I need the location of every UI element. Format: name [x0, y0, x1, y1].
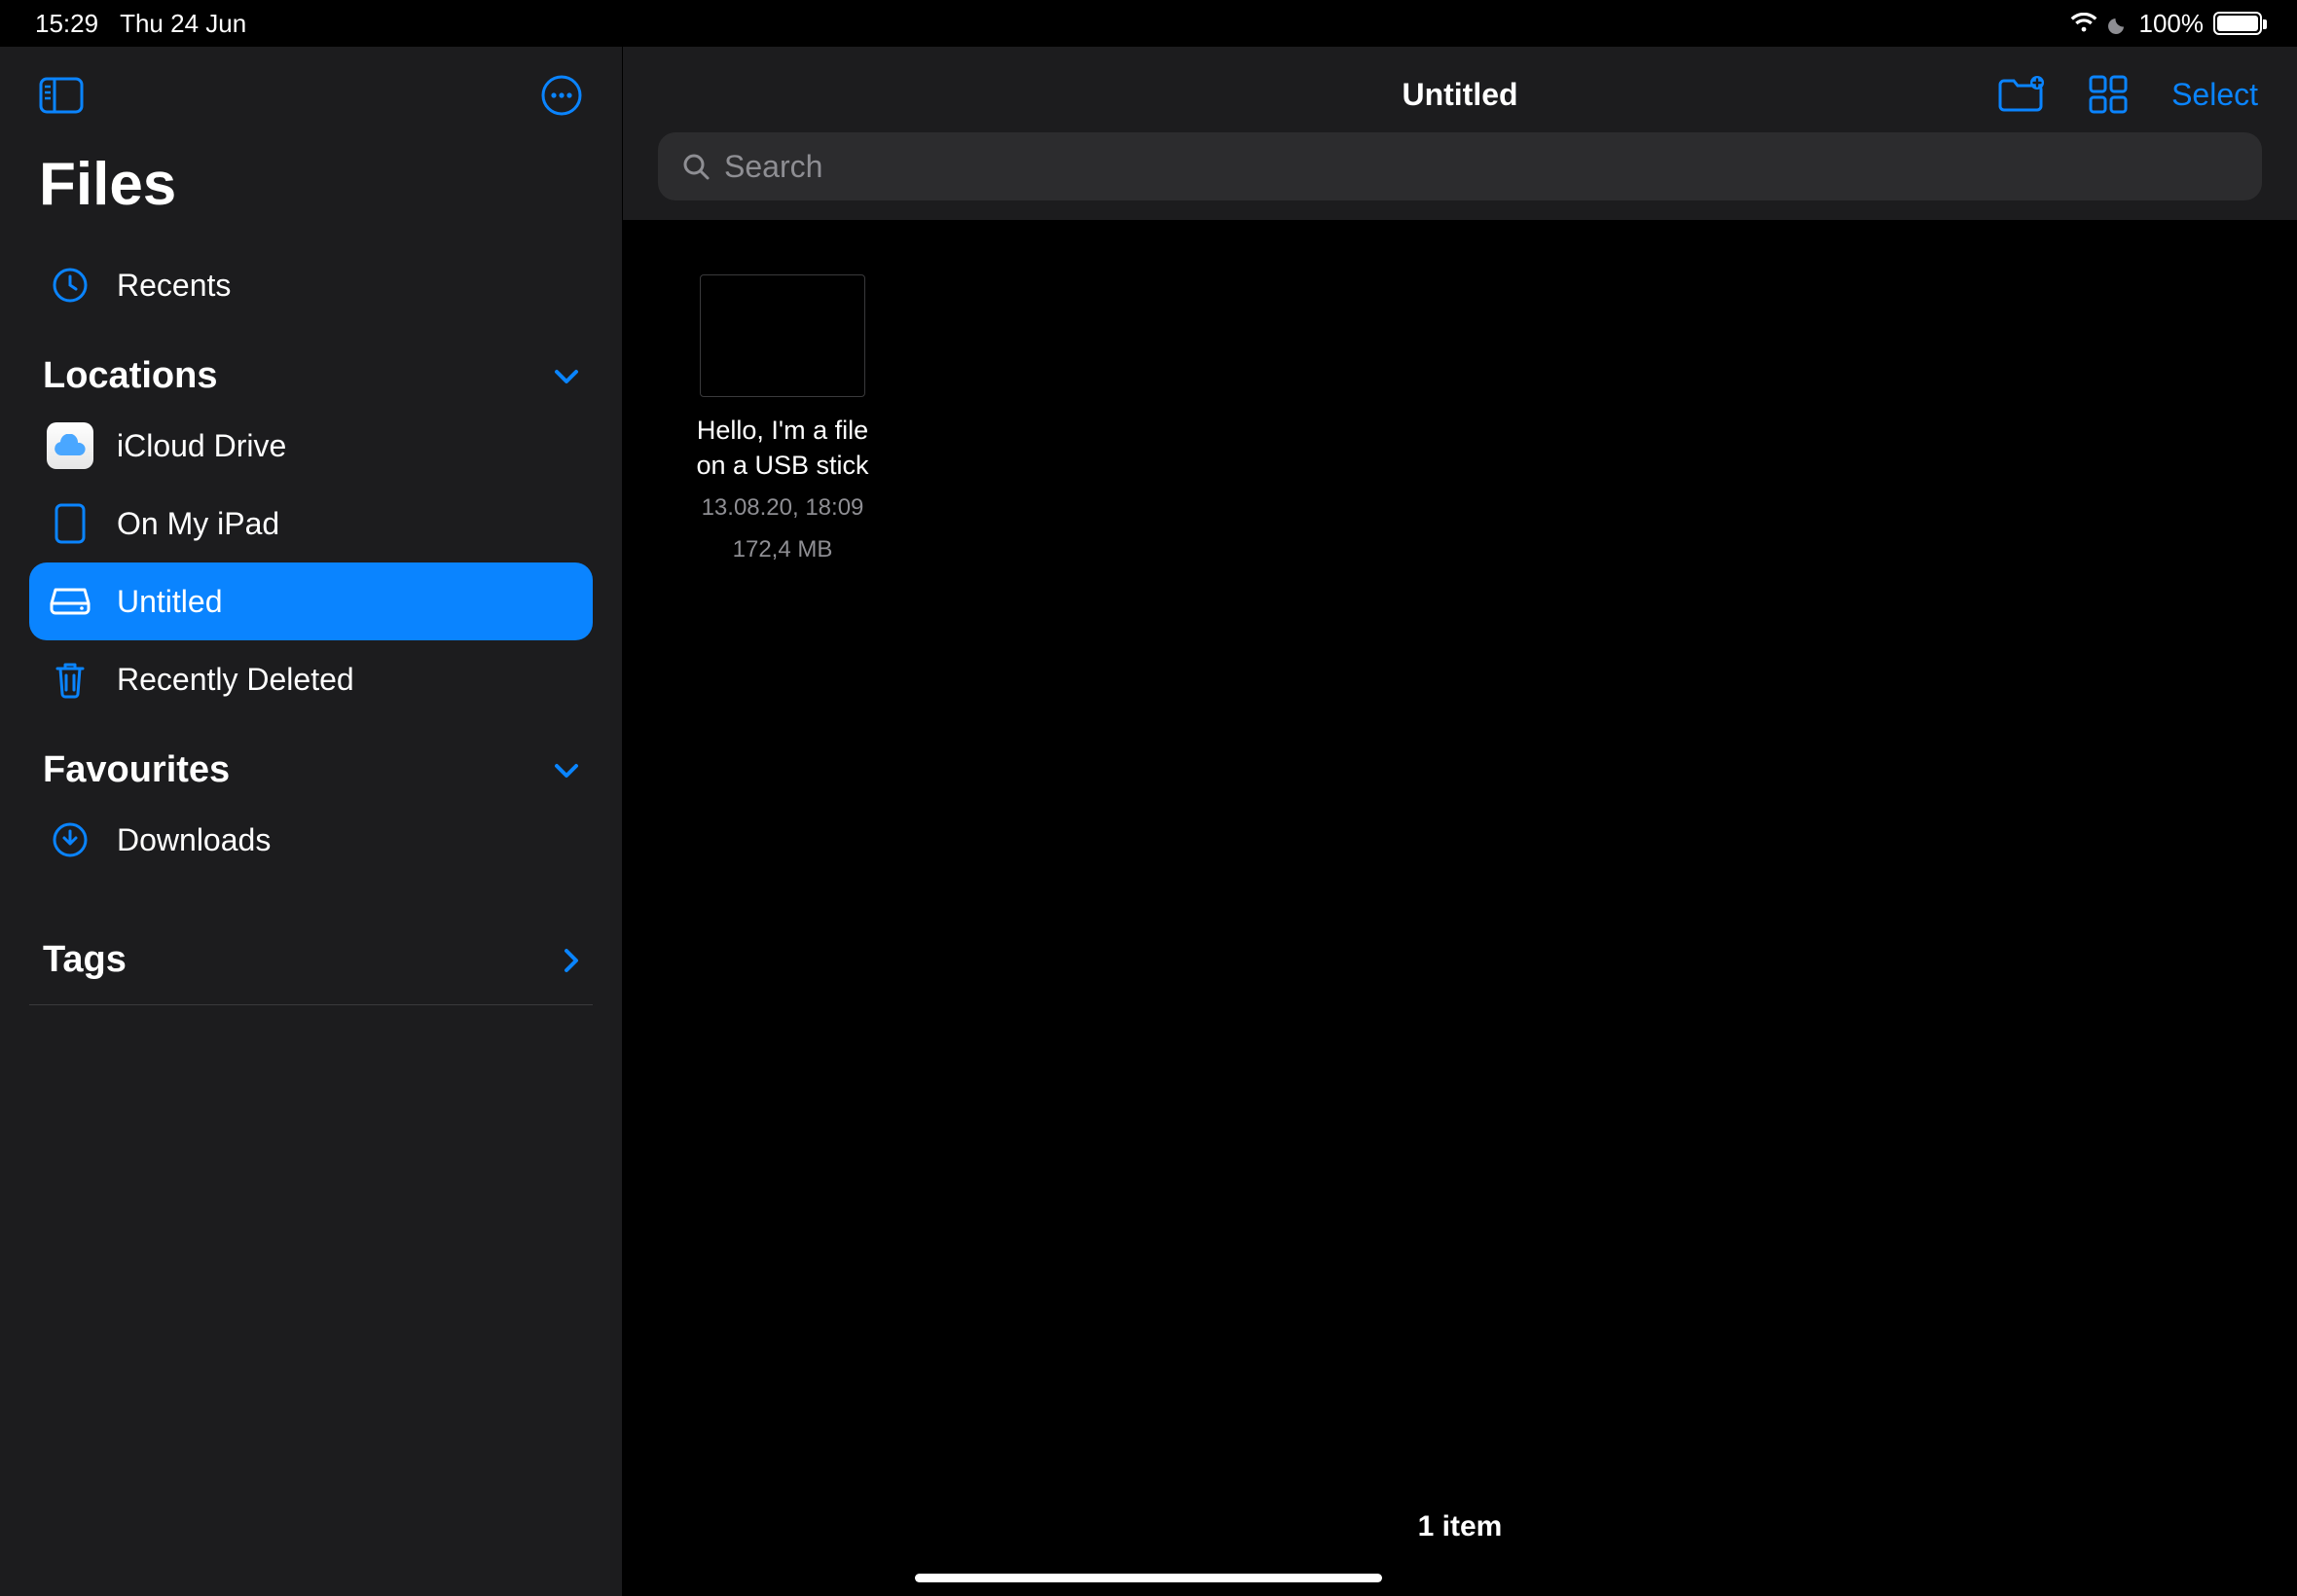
- item-count: 1 item: [623, 1510, 2297, 1543]
- main-header: Untitled Select: [623, 47, 2297, 132]
- sidebar-title: Files: [29, 150, 593, 219]
- sidebar-item-label: Downloads: [117, 822, 271, 858]
- sidebar: Files Recents Locations iCl: [0, 47, 623, 1596]
- sidebar-item-label: Recents: [117, 268, 231, 304]
- status-bar: 15:29 Thu 24 Jun 100%: [0, 0, 2297, 47]
- select-button[interactable]: Select: [2171, 77, 2258, 113]
- sidebar-item-on-my-ipad[interactable]: On My iPad: [29, 485, 593, 562]
- chevron-right-icon: [564, 948, 579, 973]
- clock-icon: [47, 262, 93, 308]
- section-label: Favourites: [43, 749, 230, 791]
- section-tags-header[interactable]: Tags: [29, 908, 593, 1005]
- section-label: Locations: [43, 355, 217, 397]
- chevron-down-icon: [554, 763, 579, 779]
- sidebar-item-label: On My iPad: [117, 506, 279, 542]
- file-size: 172,4 MB: [685, 533, 880, 567]
- search-input[interactable]: [724, 149, 2239, 185]
- external-drive-icon: [47, 578, 93, 625]
- file-thumbnail: [700, 274, 865, 397]
- new-folder-icon[interactable]: [1996, 75, 2045, 114]
- wifi-icon: [2069, 13, 2098, 34]
- grid-view-icon[interactable]: [2088, 74, 2129, 115]
- search-icon: [681, 152, 711, 181]
- file-item[interactable]: Hello, I'm a file on a USB stick 13.08.2…: [685, 274, 880, 566]
- dnd-moon-icon: [2108, 13, 2130, 34]
- download-circle-icon: [47, 816, 93, 863]
- ipad-icon: [47, 500, 93, 547]
- page-title: Untitled: [1402, 77, 1517, 113]
- section-label: Tags: [43, 939, 127, 981]
- sidebar-toggle-icon[interactable]: [39, 77, 84, 114]
- status-date: Thu 24 Jun: [120, 9, 246, 39]
- section-favourites-header[interactable]: Favourites: [29, 718, 593, 801]
- file-grid: Hello, I'm a file on a USB stick 13.08.2…: [623, 220, 2297, 1596]
- sidebar-item-recents[interactable]: Recents: [29, 246, 593, 324]
- section-locations-header[interactable]: Locations: [29, 324, 593, 407]
- icloud-drive-icon: [47, 422, 93, 469]
- status-time: 15:29: [35, 9, 98, 39]
- search-field[interactable]: [658, 132, 2262, 200]
- main-panel: Untitled Select: [623, 47, 2297, 1596]
- file-name: Hello, I'm a file on a USB stick: [685, 413, 880, 484]
- battery-percent: 100%: [2139, 9, 2205, 39]
- home-indicator[interactable]: [915, 1574, 1382, 1582]
- trash-icon: [47, 656, 93, 703]
- sidebar-item-label: iCloud Drive: [117, 428, 286, 464]
- sidebar-item-label: Recently Deleted: [117, 662, 354, 698]
- file-date: 13.08.20, 18:09: [685, 491, 880, 526]
- sidebar-item-label: Untitled: [117, 584, 223, 620]
- sidebar-item-downloads[interactable]: Downloads: [29, 801, 593, 879]
- sidebar-item-icloud-drive[interactable]: iCloud Drive: [29, 407, 593, 485]
- ellipsis-circle-icon[interactable]: [540, 74, 583, 117]
- sidebar-item-recently-deleted[interactable]: Recently Deleted: [29, 640, 593, 718]
- battery-icon: [2213, 12, 2262, 35]
- chevron-down-icon: [554, 369, 579, 384]
- sidebar-item-untitled[interactable]: Untitled: [29, 562, 593, 640]
